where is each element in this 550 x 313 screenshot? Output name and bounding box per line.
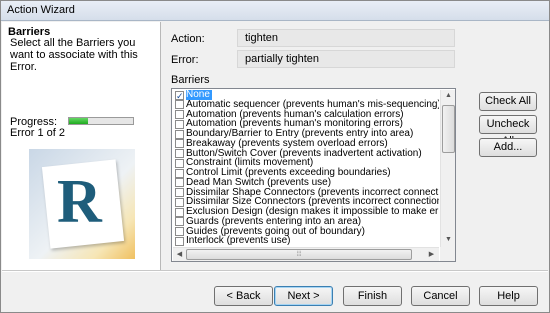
scrollbar-corner <box>440 247 455 261</box>
horizontal-scroll-thumb[interactable]: ⦙⦙⦙ <box>186 249 412 260</box>
vertical-scroll-thumb[interactable] <box>442 105 455 153</box>
finish-button[interactable]: Finish <box>343 286 402 306</box>
progress-bar <box>68 117 134 125</box>
barrier-item[interactable]: Interlock (prevents use) <box>173 236 439 246</box>
barrier-checkbox[interactable] <box>175 217 184 227</box>
check-all-button[interactable]: Check All <box>479 92 537 111</box>
help-button[interactable]: Help <box>479 286 538 306</box>
barrier-checkbox[interactable] <box>175 139 184 149</box>
barrier-checkbox[interactable] <box>175 227 184 236</box>
barrier-checkbox[interactable] <box>175 110 184 119</box>
error-field: partially tighten <box>237 50 455 68</box>
left-panel: Barriers Select all the Barriers you wan… <box>2 22 161 270</box>
barrier-checkbox[interactable] <box>175 129 184 139</box>
barrier-checkbox[interactable] <box>175 100 184 110</box>
action-label: Action: <box>171 33 205 45</box>
barrier-checkbox[interactable] <box>175 149 184 158</box>
barriers-label: Barriers <box>171 74 210 86</box>
chevron-down-icon[interactable]: ▼ <box>442 236 455 243</box>
error-count: Error 1 of 2 <box>10 127 66 139</box>
barrier-checkbox[interactable] <box>175 197 184 207</box>
uncheck-all-button[interactable]: Uncheck All <box>479 115 537 147</box>
next-button[interactable]: Next > <box>274 286 333 306</box>
chevron-left-icon[interactable]: ◀ <box>173 250 186 258</box>
grip-icon: ⦙⦙⦙ <box>296 251 302 258</box>
window-title: Action Wizard <box>1 1 549 21</box>
vertical-scrollbar[interactable]: ▲ ▼ <box>440 90 455 247</box>
barriers-list-items: ✓ None Automatic sequencer (prevents human… <box>173 90 439 247</box>
progress-bar-fill <box>69 118 89 124</box>
step-description: Select all the Barriers you want to asso… <box>10 37 138 73</box>
barrier-checkbox[interactable] <box>175 236 184 246</box>
add-barrier-button[interactable]: Add... <box>479 138 537 157</box>
barrier-checkbox[interactable] <box>175 207 184 217</box>
action-field: tighten <box>237 29 455 47</box>
chevron-up-icon[interactable]: ▲ <box>442 92 455 99</box>
barrier-checkbox[interactable] <box>175 158 184 168</box>
logo-letter: R <box>57 168 102 236</box>
barrier-item-label: Interlock (prevents use) <box>186 235 291 247</box>
barrier-checkbox[interactable] <box>175 178 184 188</box>
cancel-button[interactable]: Cancel <box>411 286 470 306</box>
barrier-checkbox[interactable] <box>175 188 184 197</box>
back-button[interactable]: < Back <box>214 286 273 306</box>
error-label: Error: <box>171 54 199 66</box>
barrier-checkbox[interactable] <box>175 119 184 129</box>
barrier-checkbox[interactable]: ✓ <box>175 90 184 100</box>
horizontal-scrollbar[interactable]: ◀ ⦙⦙⦙ ▶ <box>173 247 439 261</box>
app-logo: R <box>29 149 135 259</box>
barriers-checklist[interactable]: ✓ None Automatic sequencer (prevents human… <box>171 88 456 262</box>
barrier-checkbox[interactable] <box>175 168 184 178</box>
action-wizard-window: Action Wizard Barriers Select all the Ba… <box>0 0 550 313</box>
button-separator <box>2 270 548 272</box>
chevron-right-icon[interactable]: ▶ <box>425 250 438 258</box>
